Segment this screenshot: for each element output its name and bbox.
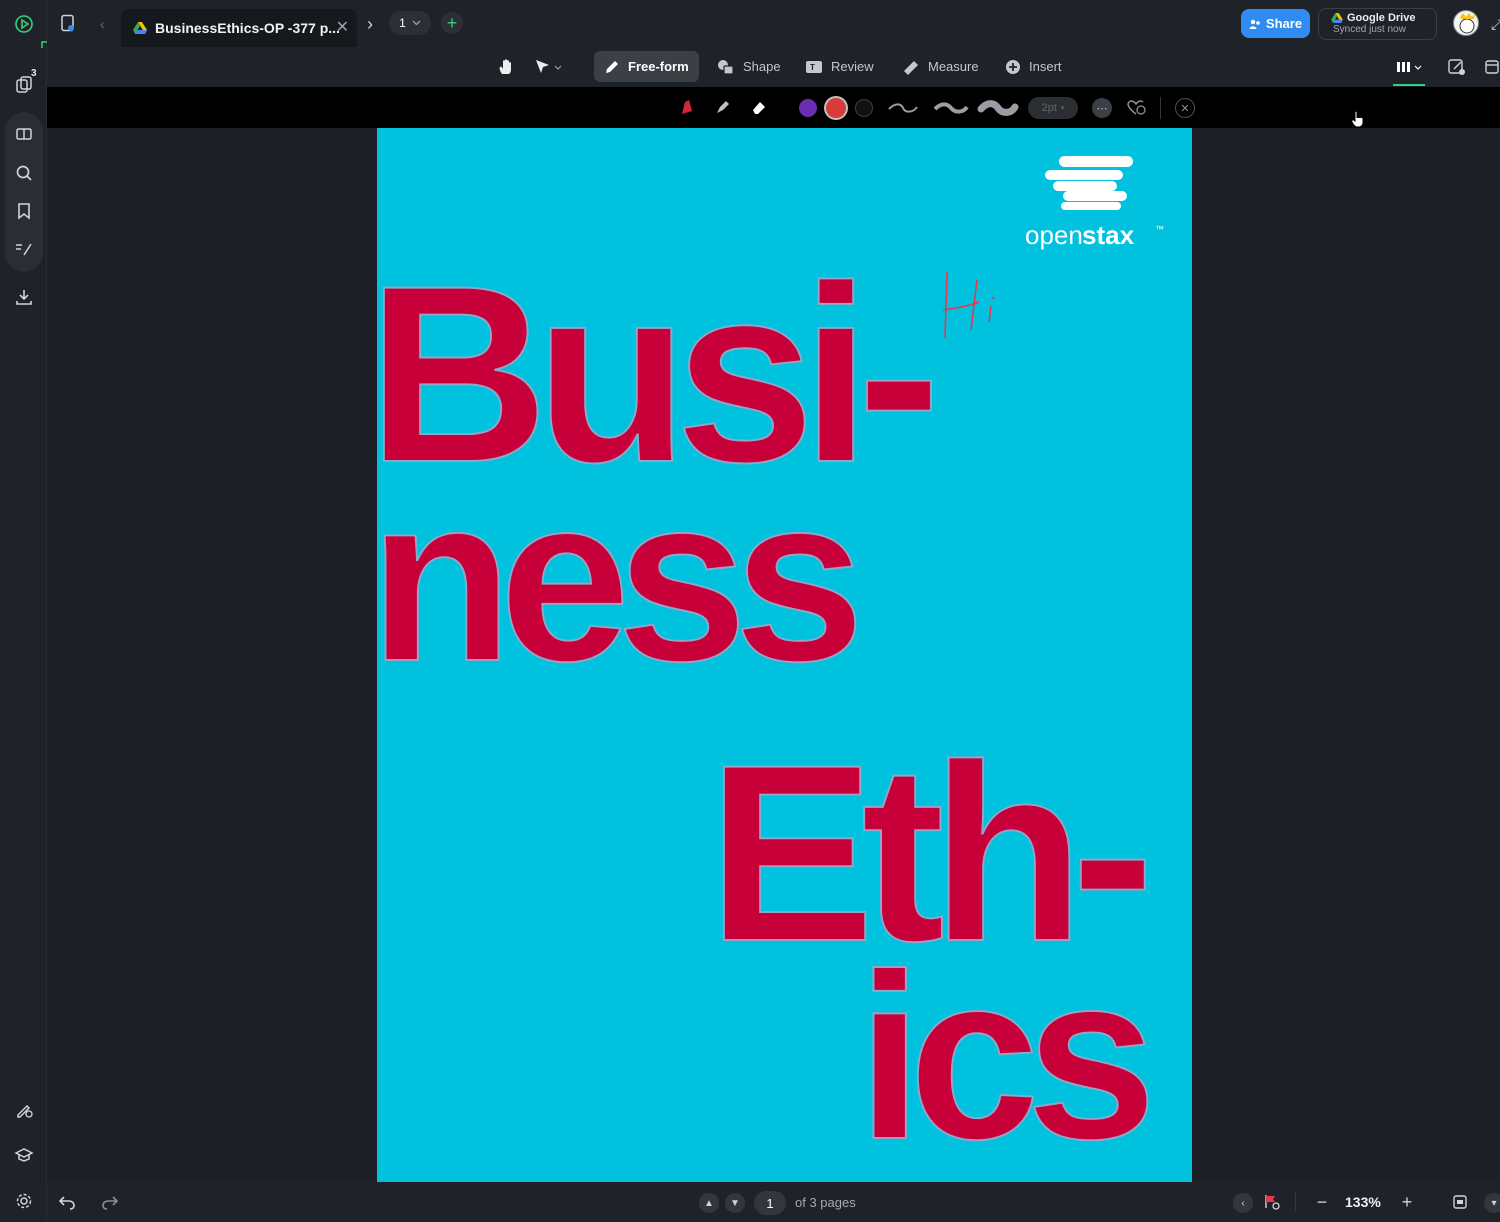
measure-label: Measure <box>928 59 979 74</box>
cover-title-line-2: ness <box>377 447 856 711</box>
shape-tool-button[interactable]: Shape <box>707 51 791 82</box>
stroke-size-value: 2pt <box>1041 102 1057 114</box>
cloud-sync-status[interactable]: Google Drive Synced just now <box>1318 8 1437 40</box>
drive-title: Google Drive <box>1347 12 1416 24</box>
new-tab-plus-icon[interactable]: + <box>441 12 463 34</box>
eraser-icon[interactable] <box>747 95 771 119</box>
freeform-tool-button[interactable]: Free-form <box>594 51 699 82</box>
current-page-input[interactable]: 1 <box>754 1191 786 1215</box>
openstax-logo: open stax ™ <box>1025 156 1164 250</box>
view-options-chevron-icon[interactable]: ▾ <box>1484 1193 1500 1213</box>
search-icon[interactable] <box>12 161 36 185</box>
previous-page-icon[interactable]: ▲ <box>699 1193 719 1213</box>
close-tab-icon[interactable]: ✕ <box>336 17 349 37</box>
logo-text-bold: stax <box>1082 220 1135 250</box>
sidebar-collapse-icon[interactable]: ‹ <box>1233 1193 1253 1213</box>
window-control-icon[interactable]: ⤢ <box>1491 16 1500 33</box>
share-button-label: Share <box>1265 16 1303 31</box>
bottom-bar: ▲ ▼ 1 of 3 pages ‹ − 133% + ▾ <box>47 1182 1500 1222</box>
title-bar: ‹ BusinessEthics-OP -377 p... ✕ › 1 + Sh… <box>47 0 1500 47</box>
plus-circle-icon <box>1006 59 1020 74</box>
view-mode-active-indicator <box>1393 84 1425 86</box>
app-window: 3 ‹ BusinessEthics-OP -377 p... ✕ › 1 + … <box>0 0 1500 1222</box>
tab-title: BusinessEthics-OP -377 p... <box>155 20 340 36</box>
stroke-size-dropdown[interactable]: 2pt ▾ <box>1028 97 1078 119</box>
logo-trademark: ™ <box>1155 224 1164 234</box>
redo-icon[interactable] <box>98 1190 122 1214</box>
zoom-in-icon[interactable]: + <box>1395 1190 1419 1214</box>
freeform-label: Free-form <box>628 59 689 74</box>
annotation-filter-icon[interactable] <box>1260 1190 1284 1214</box>
color-swatch-purple[interactable] <box>799 99 817 117</box>
download-icon[interactable] <box>12 285 36 309</box>
documents-count-badge: 3 <box>31 68 37 79</box>
zoom-level[interactable]: 133% <box>1345 1194 1381 1210</box>
stroke-medium-icon[interactable] <box>933 96 969 120</box>
learn-icon[interactable] <box>12 1143 36 1167</box>
panel-toggle-icon[interactable] <box>1480 55 1500 79</box>
color-swatch-black[interactable] <box>855 99 873 117</box>
color-swatch-red-selected[interactable] <box>824 96 848 120</box>
document-tab[interactable]: BusinessEthics-OP -377 p... ✕ <box>121 9 357 47</box>
view-mode-icon[interactable] <box>1394 55 1426 79</box>
stroke-thin-icon[interactable] <box>887 96 919 120</box>
document-page[interactable]: open stax ™ Busi- ness Eth- ics <box>377 128 1192 1182</box>
new-document-icon[interactable] <box>60 14 80 34</box>
review-label: Review <box>831 59 874 74</box>
select-arrow-icon[interactable] <box>529 55 567 79</box>
hand-pan-icon[interactable] <box>494 55 518 79</box>
document-canvas[interactable]: open stax ™ Busi- ness Eth- ics <box>47 128 1500 1182</box>
freeform-options-bar: 2pt ▾ ⋯ ✕ <box>47 87 1500 128</box>
shape-label: Shape <box>743 59 781 74</box>
freeform-annotation[interactable] <box>942 271 995 339</box>
page-selector-value: 1 <box>399 16 406 30</box>
bottom-divider <box>1295 1192 1296 1212</box>
zoom-out-icon[interactable]: − <box>1310 1190 1334 1214</box>
left-rail: 3 <box>0 0 48 1222</box>
next-page-icon[interactable]: ▼ <box>725 1193 745 1213</box>
people-icon <box>1249 19 1260 29</box>
ruler-icon <box>904 60 918 75</box>
tab-scroll-left-icon[interactable]: ‹ <box>100 16 105 32</box>
book-view-icon[interactable] <box>12 122 36 146</box>
share-button[interactable]: Share <box>1241 9 1310 38</box>
bookmark-icon[interactable] <box>12 199 36 223</box>
google-drive-icon <box>1331 13 1343 23</box>
chevron-down-icon <box>412 20 421 26</box>
page-selector[interactable]: 1 <box>389 11 431 35</box>
pencil-icon <box>606 60 618 73</box>
edit-sign-icon[interactable] <box>1445 55 1469 79</box>
tab-scroll-right-icon[interactable]: › <box>367 14 373 35</box>
review-tool-button[interactable]: T Review <box>795 51 884 82</box>
stroke-thick-icon[interactable] <box>977 96 1019 120</box>
svg-text:T: T <box>810 63 815 72</box>
shape-icon <box>718 59 734 75</box>
logo-text-light: open <box>1025 220 1083 250</box>
review-icon: T <box>806 60 822 73</box>
chevron-down-icon: ▾ <box>1060 105 1065 112</box>
toolbar-divider <box>1160 97 1161 119</box>
measure-tool-button[interactable]: Measure <box>892 51 989 82</box>
highlighter-icon[interactable] <box>711 95 735 119</box>
favorite-add-icon[interactable] <box>1124 95 1148 119</box>
user-avatar[interactable] <box>1453 10 1479 36</box>
google-drive-icon <box>133 22 147 34</box>
insert-label: Insert <box>1029 59 1062 74</box>
drive-status: Synced just now <box>1333 24 1406 35</box>
fit-page-icon[interactable] <box>1448 1190 1472 1214</box>
main-toolbar: Free-form Shape T Review Measure Insert <box>47 47 1500 87</box>
insert-tool-button[interactable]: Insert <box>995 51 1072 82</box>
cover-title-line-4: ics <box>857 925 1148 1182</box>
sign-tool-icon[interactable] <box>12 1097 36 1121</box>
total-pages-label: of 3 pages <box>795 1195 856 1210</box>
app-logo-icon[interactable] <box>12 12 36 36</box>
more-options-icon[interactable]: ⋯ <box>1092 98 1112 118</box>
pen-tool-icon[interactable] <box>675 95 699 119</box>
cover-artwork: open stax ™ Busi- ness Eth- ics <box>377 156 1164 1182</box>
settings-gear-icon[interactable] <box>12 1189 36 1213</box>
undo-icon[interactable] <box>55 1190 79 1214</box>
annotation-list-icon[interactable] <box>12 237 36 261</box>
close-options-icon[interactable]: ✕ <box>1175 98 1195 118</box>
